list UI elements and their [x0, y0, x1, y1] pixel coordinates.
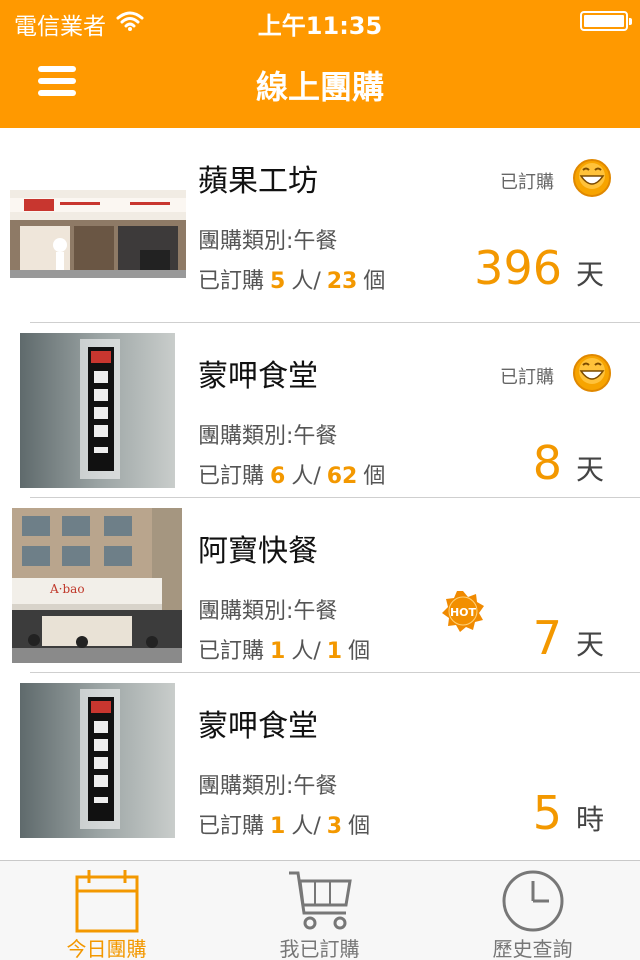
store-name: 蒙呷食堂 [198, 709, 318, 744]
people-unit: 人/ [291, 814, 321, 839]
remaining-unit: 天 [575, 628, 604, 661]
store-photo [20, 683, 175, 838]
remaining-value: 5 [532, 786, 562, 840]
calendar-icon [75, 870, 139, 933]
store-name: 蘋果工坊 [198, 164, 318, 199]
page-title: 線上團購 [255, 68, 384, 106]
quantity-unit: 個 [363, 269, 386, 294]
quantity-count: 1 [326, 639, 343, 664]
list-item[interactable]: 蒙呷食堂 團購類別:午餐 已訂購 1 人/3 個 5時 [0, 673, 640, 848]
people-unit: 人/ [291, 639, 321, 664]
order-counts: 已訂購 1 人/3 個 [198, 808, 370, 840]
order-counts: 已訂購 5 人/23 個 [198, 263, 385, 295]
quantity-unit: 個 [363, 464, 386, 489]
clock-time: 上午11:35 [257, 12, 383, 40]
group-buy-list[interactable]: 蘋果工坊 已訂購 團購類別:午餐 已訂購 5 人/23 個 396 天 蒙呷食堂… [0, 128, 640, 860]
ordered-label: 已訂購 [198, 814, 265, 839]
time-remaining: 8天 [533, 436, 604, 490]
store-name: 蒙呷食堂 [198, 359, 318, 394]
nav-bar: 線上團購 [0, 40, 640, 128]
cart-icon [289, 871, 352, 930]
quantity-unit: 個 [348, 639, 371, 664]
smiley-icon [573, 159, 611, 197]
hot-badge-icon: HOT [442, 591, 484, 632]
remaining-unit: 天 [575, 258, 604, 291]
tab-history[interactable]: 歷史查詢 [426, 861, 639, 960]
order-status: 已訂購 [500, 172, 554, 193]
ordered-label: 已訂購 [198, 269, 265, 294]
tab-label: 我已訂購 [279, 937, 360, 960]
tab-label: 今日團購 [66, 937, 147, 960]
remaining-value: 8 [532, 436, 562, 490]
time-remaining: 5時 [533, 786, 604, 840]
clock-icon [502, 870, 564, 932]
remaining-unit: 天 [575, 453, 604, 486]
people-count: 1 [270, 639, 286, 664]
category-label: 團購類別:午餐 [198, 774, 338, 799]
people-count: 5 [270, 269, 286, 294]
store-sign-text: A·bao [49, 582, 85, 596]
category-label: 團購類別:午餐 [198, 229, 338, 254]
list-item[interactable]: A·bao 阿寶快餐 HOT 團購類別:午餐 已訂購 1 人/1 個 7天 [0, 498, 640, 673]
status-bar: 電信業者 上午11:35 [0, 0, 640, 40]
smiley-icon [573, 354, 611, 392]
time-remaining: 7天 [533, 611, 604, 665]
order-counts: 已訂購 6 人/62 個 [198, 458, 385, 490]
ordered-label: 已訂購 [198, 464, 265, 489]
category-label: 團購類別:午餐 [198, 424, 338, 449]
remaining-unit: 時 [575, 803, 604, 836]
people-unit: 人/ [291, 464, 321, 489]
remaining-value: 7 [532, 611, 562, 665]
people-count: 1 [270, 814, 286, 839]
store-photo [10, 190, 186, 278]
quantity-unit: 個 [348, 814, 371, 839]
tab-my-orders[interactable]: 我已訂購 [213, 861, 426, 960]
remaining-value: 396 [474, 241, 562, 295]
order-counts: 已訂購 1 人/1 個 [198, 633, 370, 665]
quantity-count: 62 [326, 464, 358, 489]
tab-bar: 今日團購 我已訂購 歷史查詢 [0, 860, 640, 960]
quantity-count: 23 [326, 269, 358, 294]
tab-today-group-buy[interactable]: 今日團購 [0, 861, 213, 960]
store-photo: A·bao [12, 508, 182, 663]
quantity-count: 3 [326, 814, 343, 839]
hot-badge-label: HOT [450, 606, 477, 619]
tab-label: 歷史查詢 [492, 937, 573, 960]
list-item[interactable]: 蘋果工坊 已訂購 團購類別:午餐 已訂購 5 人/23 個 396 天 [0, 128, 640, 303]
list-item[interactable]: 蒙呷食堂 已訂購 團購類別:午餐 已訂購 6 人/62 個 8天 [0, 323, 640, 498]
store-photo [20, 333, 175, 488]
store-name: 阿寶快餐 [198, 534, 318, 569]
battery-icon [580, 11, 632, 31]
people-count: 6 [270, 464, 286, 489]
people-unit: 人/ [291, 269, 321, 294]
time-remaining: 396 天 [474, 241, 604, 295]
ordered-label: 已訂購 [198, 639, 265, 664]
order-status: 已訂購 [500, 367, 554, 388]
category-label: 團購類別:午餐 [198, 599, 338, 624]
